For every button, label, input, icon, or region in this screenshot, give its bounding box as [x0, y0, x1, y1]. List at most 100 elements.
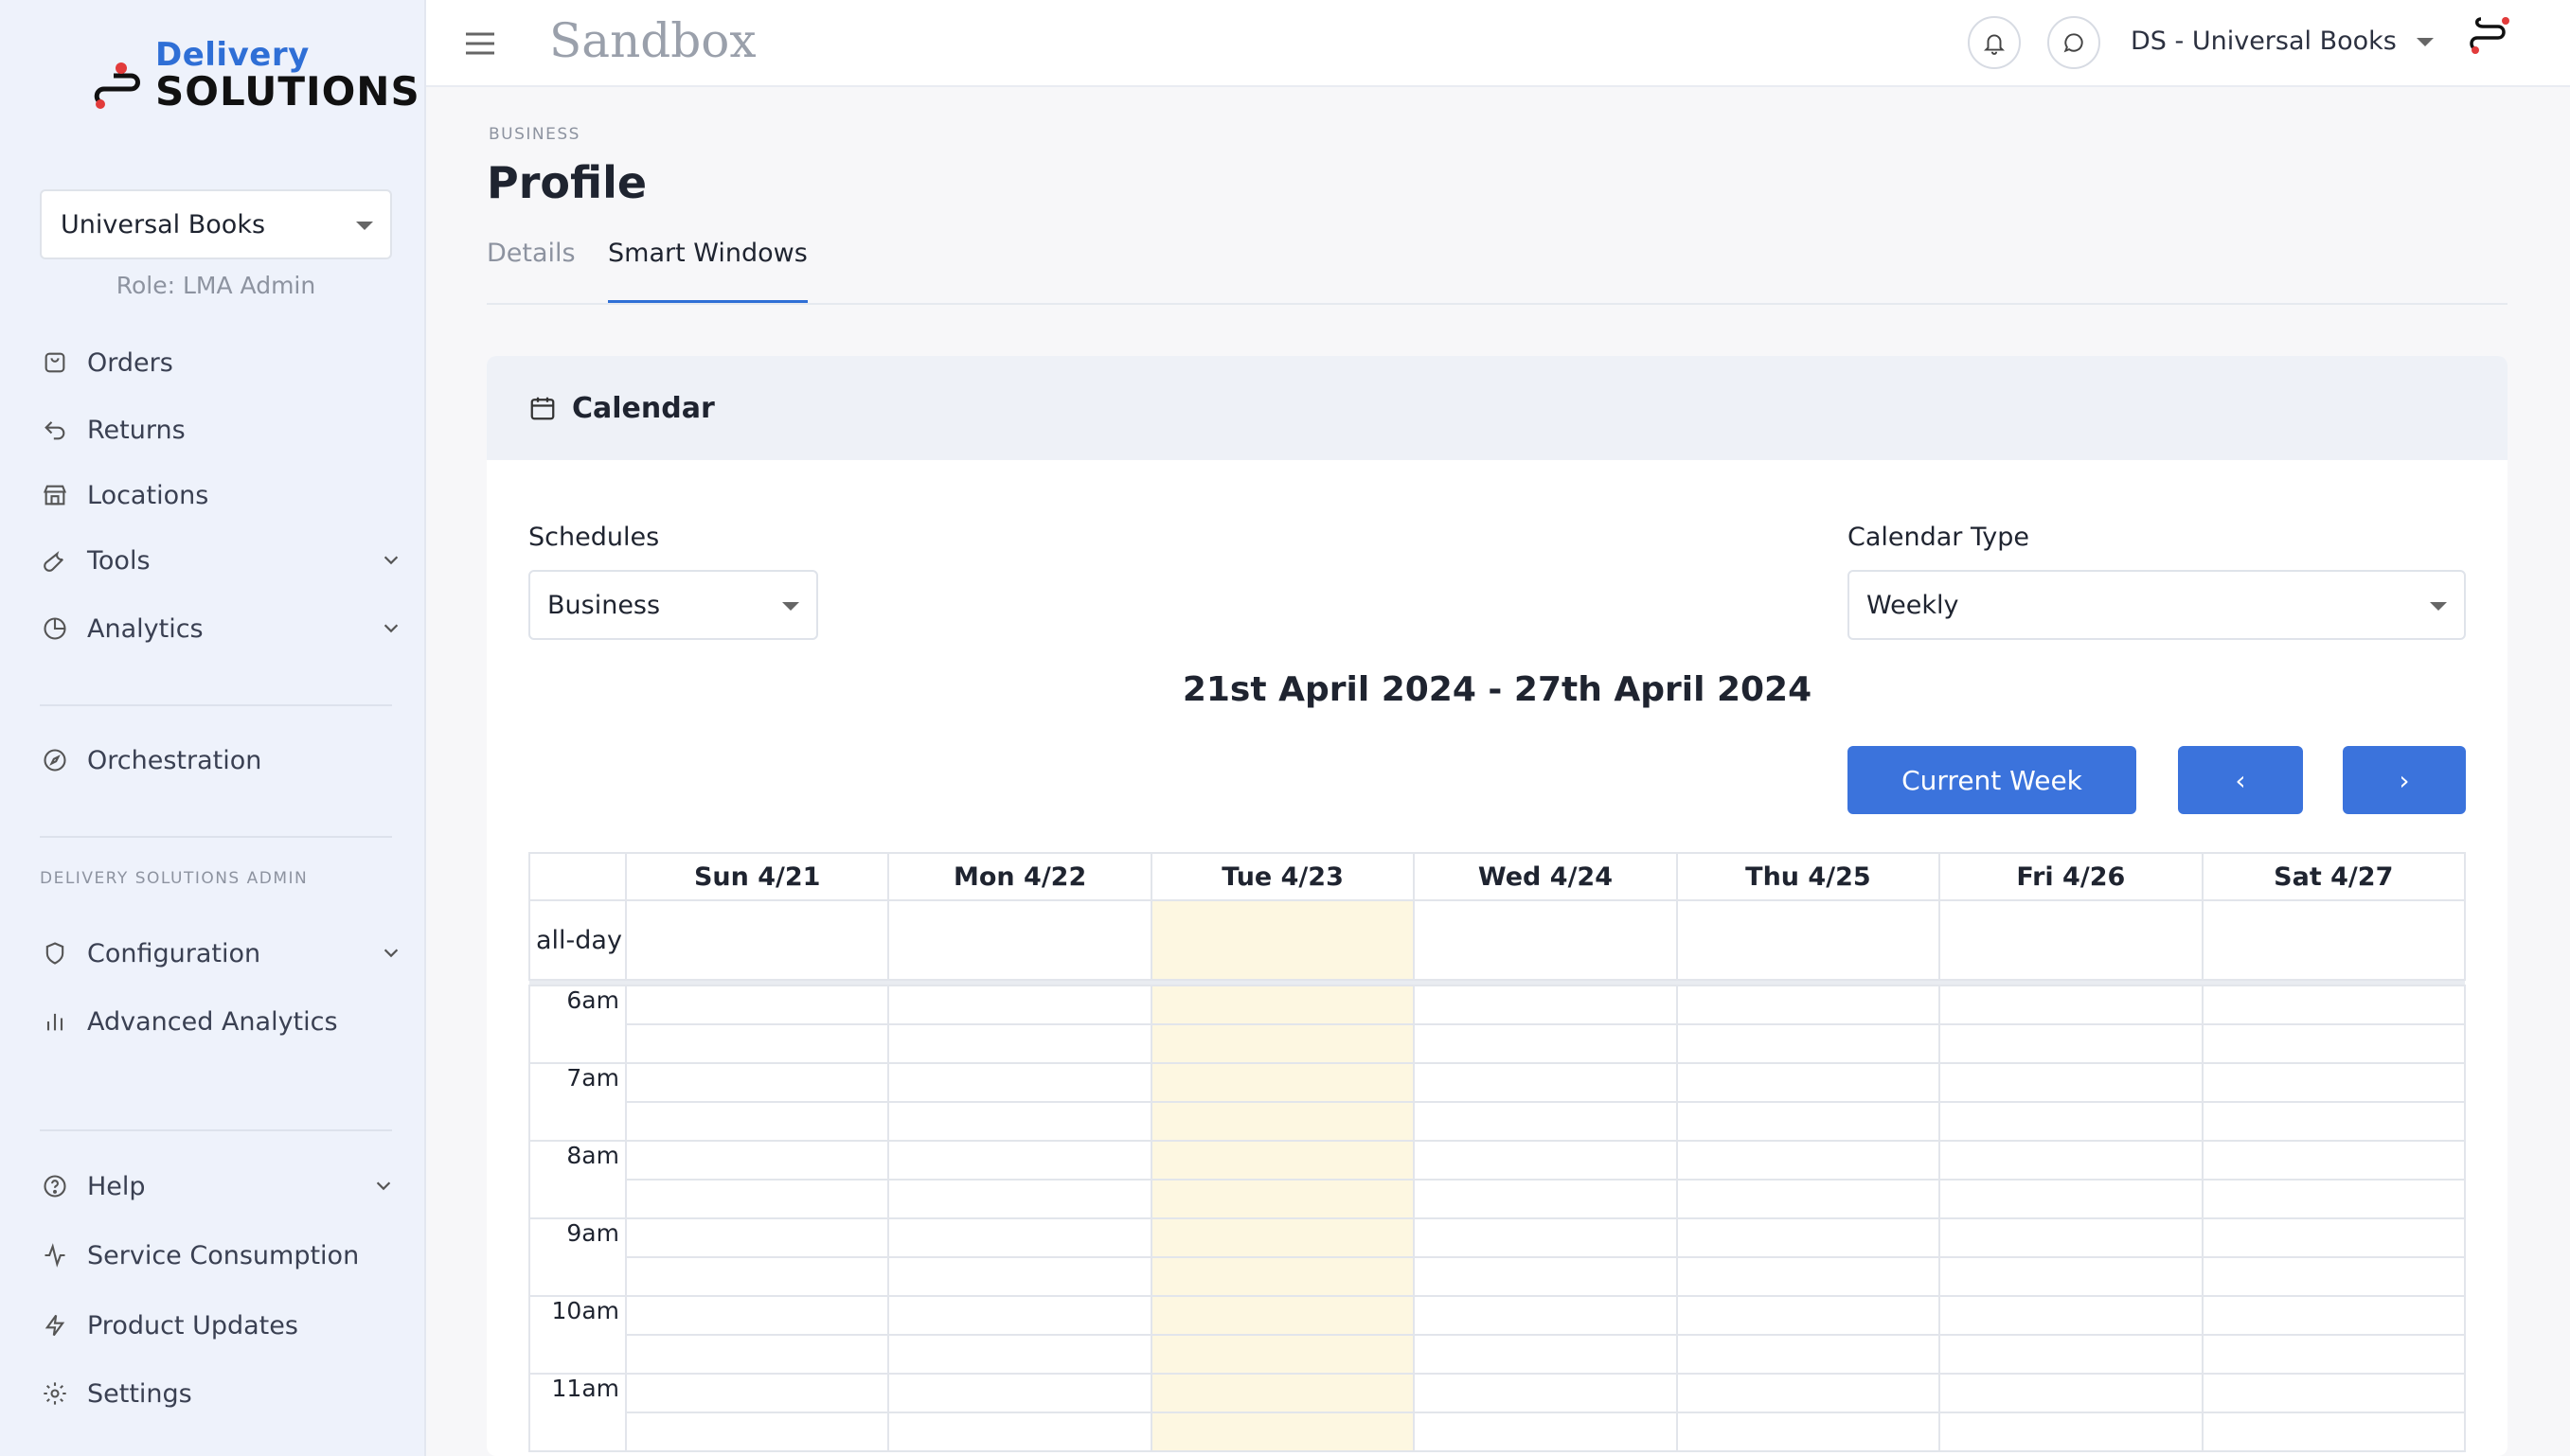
calendar-type-select[interactable]: Weekly [1847, 570, 2466, 640]
time-slot-cell[interactable] [2201, 1412, 2467, 1452]
time-slot-cell[interactable] [624, 985, 890, 1025]
time-slot-cell-today[interactable] [1150, 985, 1416, 1025]
sidebar-item-locations[interactable]: Locations [40, 472, 208, 518]
time-slot-cell[interactable] [1675, 1179, 1941, 1219]
time-slot-cell[interactable] [1675, 1412, 1941, 1452]
time-slot-cell-today[interactable] [1150, 1023, 1416, 1064]
time-slot-cell[interactable] [624, 1217, 890, 1258]
time-slot-cell-today[interactable] [1150, 1412, 1416, 1452]
time-slot-cell[interactable] [2201, 1334, 2467, 1375]
time-slot-cell[interactable] [624, 1256, 890, 1297]
time-slot-cell[interactable] [887, 1412, 1152, 1452]
time-slot-cell[interactable] [1413, 1295, 1678, 1336]
time-slot-cell[interactable] [2201, 1101, 2467, 1142]
sidebar-item-analytics[interactable]: Analytics [40, 606, 419, 651]
time-slot-cell[interactable] [624, 1062, 890, 1103]
time-slot-cell[interactable] [1413, 985, 1678, 1025]
time-slot-cell[interactable] [1938, 1373, 2204, 1413]
sidebar-item-service-consumption[interactable]: Service Consumption [40, 1233, 359, 1278]
sidebar-item-help[interactable]: Help [40, 1163, 419, 1209]
time-slot-cell[interactable] [1938, 1179, 2204, 1219]
sidebar-item-returns[interactable]: Returns [40, 407, 186, 453]
account-selector[interactable]: DS - Universal Books [2131, 27, 2397, 56]
time-slot-cell[interactable] [1675, 1101, 1941, 1142]
time-slot-cell[interactable] [887, 985, 1152, 1025]
hamburger-menu-icon[interactable] [464, 30, 496, 57]
next-week-button[interactable]: › [2343, 746, 2466, 814]
time-slot-cell[interactable] [887, 1179, 1152, 1219]
time-slot-cell[interactable] [1413, 1062, 1678, 1103]
time-slot-cell[interactable] [887, 1140, 1152, 1181]
time-slot-cell[interactable] [887, 1217, 1152, 1258]
time-slot-cell[interactable] [624, 1412, 890, 1452]
time-slot-cell-today[interactable] [1150, 1217, 1416, 1258]
time-slot-cell[interactable] [1675, 1256, 1941, 1297]
time-slot-cell[interactable] [2201, 1140, 2467, 1181]
previous-week-button[interactable]: ‹ [2178, 746, 2303, 814]
time-slot-cell-today[interactable] [1150, 1373, 1416, 1413]
all-day-cell[interactable] [1675, 899, 1941, 981]
time-slot-cell-today[interactable] [1150, 1295, 1416, 1336]
time-slot-cell[interactable] [1413, 1334, 1678, 1375]
sidebar-item-advanced-analytics[interactable]: Advanced Analytics [40, 999, 338, 1044]
all-day-cell-today[interactable] [1150, 899, 1416, 981]
time-slot-cell[interactable] [1675, 1334, 1941, 1375]
sidebar-item-orders[interactable]: Orders [40, 340, 173, 385]
sidebar-item-product-updates[interactable]: Product Updates [40, 1303, 298, 1348]
time-slot-cell[interactable] [2201, 1256, 2467, 1297]
time-slot-cell-today[interactable] [1150, 1179, 1416, 1219]
time-slot-cell[interactable] [2201, 1062, 2467, 1103]
brand-mini-logo[interactable] [2468, 15, 2515, 57]
time-slot-cell[interactable] [1675, 1023, 1941, 1064]
brand-logo[interactable]: Delivery SOLUTIONS [93, 36, 419, 115]
time-slot-cell[interactable] [2201, 1023, 2467, 1064]
time-slot-cell[interactable] [1413, 1256, 1678, 1297]
current-week-button[interactable]: Current Week [1847, 746, 2136, 814]
org-selector[interactable]: Universal Books [40, 189, 392, 259]
time-slot-cell-today[interactable] [1150, 1334, 1416, 1375]
time-slot-cell[interactable] [1413, 1217, 1678, 1258]
time-slot-cell[interactable] [1938, 1101, 2204, 1142]
time-slot-cell[interactable] [1413, 1412, 1678, 1452]
time-slot-cell[interactable] [887, 1295, 1152, 1336]
time-slot-cell[interactable] [1675, 985, 1941, 1025]
time-slot-cell-today[interactable] [1150, 1140, 1416, 1181]
time-slot-cell[interactable] [2201, 1373, 2467, 1413]
time-slot-cell[interactable] [624, 1101, 890, 1142]
time-slot-cell-today[interactable] [1150, 1256, 1416, 1297]
time-slot-cell[interactable] [624, 1373, 890, 1413]
time-slot-cell[interactable] [1675, 1140, 1941, 1181]
time-slot-cell[interactable] [887, 1062, 1152, 1103]
sidebar-item-tools[interactable]: Tools [40, 538, 419, 583]
day-header-thu[interactable]: Thu 4/25 [1675, 852, 1941, 901]
time-slot-cell[interactable] [624, 1295, 890, 1336]
time-slot-cell[interactable] [2201, 1295, 2467, 1336]
time-slot-cell[interactable] [887, 1334, 1152, 1375]
tab-smart-windows[interactable]: Smart Windows [608, 239, 808, 303]
sidebar-item-configuration[interactable]: Configuration [40, 931, 419, 976]
time-slot-cell[interactable] [2201, 1217, 2467, 1258]
time-slot-cell[interactable] [1413, 1101, 1678, 1142]
day-header-fri[interactable]: Fri 4/26 [1938, 852, 2204, 901]
time-slot-cell[interactable] [624, 1179, 890, 1219]
schedules-select[interactable]: Business [528, 570, 818, 640]
tab-details[interactable]: Details [487, 239, 576, 303]
time-slot-cell[interactable] [1938, 1334, 2204, 1375]
time-slot-cell[interactable] [624, 1140, 890, 1181]
time-slot-cell[interactable] [1675, 1295, 1941, 1336]
day-header-tue[interactable]: Tue 4/23 [1150, 852, 1416, 901]
all-day-cell[interactable] [887, 899, 1152, 981]
time-slot-cell[interactable] [887, 1256, 1152, 1297]
time-slot-cell[interactable] [1938, 1412, 2204, 1452]
time-slot-cell[interactable] [1938, 985, 2204, 1025]
time-slot-cell[interactable] [1938, 1023, 2204, 1064]
time-slot-cell[interactable] [887, 1023, 1152, 1064]
day-header-wed[interactable]: Wed 4/24 [1413, 852, 1678, 901]
day-header-sat[interactable]: Sat 4/27 [2201, 852, 2467, 901]
sidebar-item-orchestration[interactable]: Orchestration [40, 737, 261, 783]
day-header-sun[interactable]: Sun 4/21 [624, 852, 890, 901]
day-header-mon[interactable]: Mon 4/22 [887, 852, 1152, 901]
time-slot-cell-today[interactable] [1150, 1101, 1416, 1142]
caret-down-icon[interactable] [2417, 38, 2434, 46]
all-day-cell[interactable] [624, 899, 890, 981]
